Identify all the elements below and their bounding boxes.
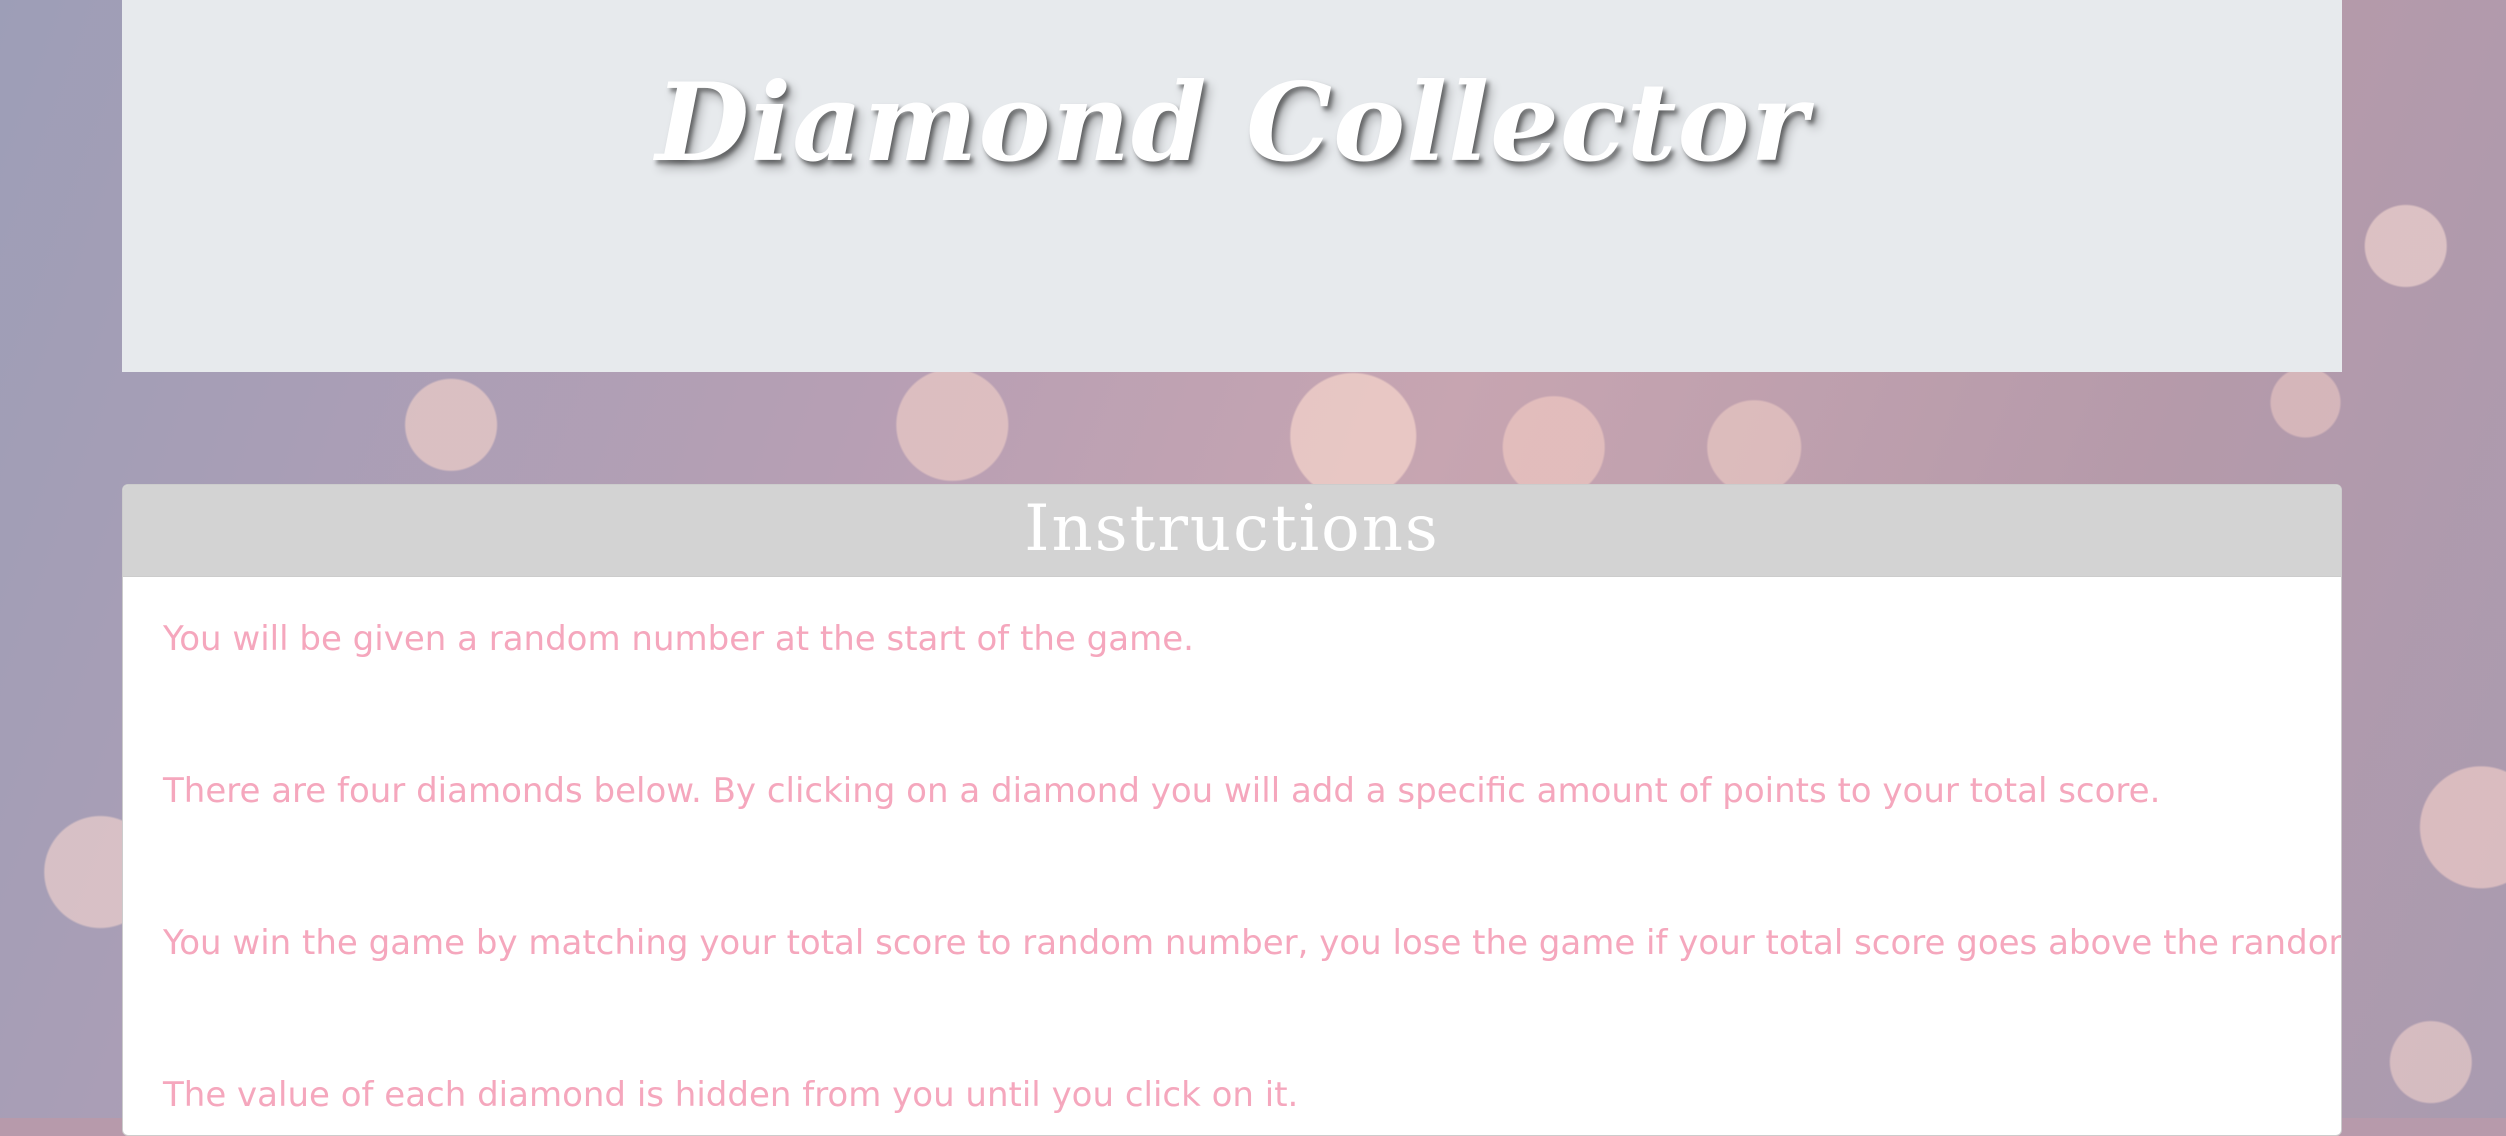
instruction-item: You win the game by matching your total … <box>163 923 2342 963</box>
instructions-header: Instructions <box>123 485 2341 577</box>
instruction-item: The value of each diamond is hidden from… <box>163 1075 1299 1115</box>
instructions-body: You will be given a random number at the… <box>123 577 2341 1113</box>
instruction-item: You will be given a random number at the… <box>163 619 1194 659</box>
instructions-title: Instructions <box>1024 492 1440 566</box>
game-title: Diamond Collector <box>655 60 1809 186</box>
instructions-card: Instructions You will be given a random … <box>122 484 2342 1136</box>
header-panel: Diamond Collector <box>122 0 2342 372</box>
instruction-item: There are four diamonds below. By clicki… <box>163 771 2161 811</box>
